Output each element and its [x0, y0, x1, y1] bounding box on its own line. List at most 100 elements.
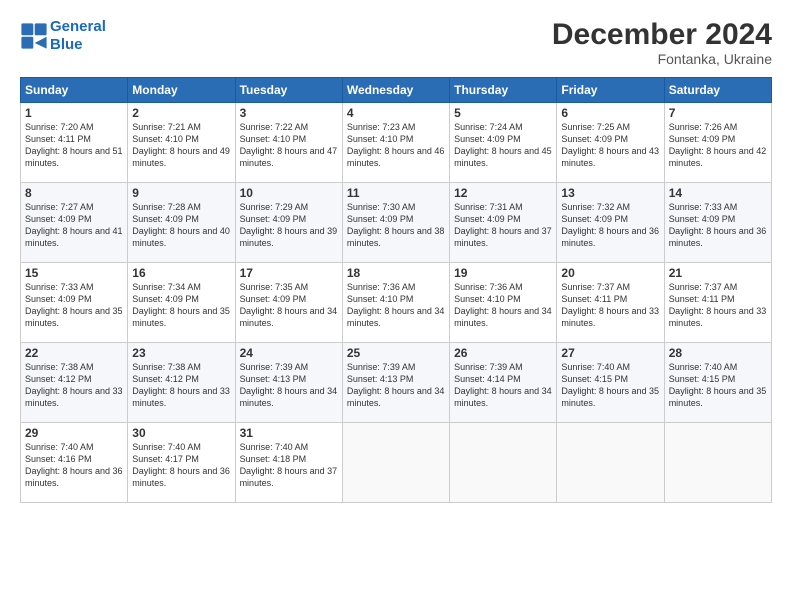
cell-info: Sunrise: 7:38 AM Sunset: 4:12 PM Dayligh… — [132, 361, 230, 410]
day-number: 24 — [240, 346, 338, 360]
table-row: 18Sunrise: 7:36 AM Sunset: 4:10 PM Dayli… — [342, 263, 449, 343]
cell-info: Sunrise: 7:39 AM Sunset: 4:14 PM Dayligh… — [454, 361, 552, 410]
cell-info: Sunrise: 7:40 AM Sunset: 4:18 PM Dayligh… — [240, 441, 338, 490]
cell-info: Sunrise: 7:20 AM Sunset: 4:11 PM Dayligh… — [25, 121, 123, 170]
table-row: 30Sunrise: 7:40 AM Sunset: 4:17 PM Dayli… — [128, 423, 235, 503]
day-number: 16 — [132, 266, 230, 280]
day-number: 17 — [240, 266, 338, 280]
cell-info: Sunrise: 7:40 AM Sunset: 4:16 PM Dayligh… — [25, 441, 123, 490]
title-block: December 2024 Fontanka, Ukraine — [552, 18, 772, 67]
table-row — [557, 423, 664, 503]
table-row: 10Sunrise: 7:29 AM Sunset: 4:09 PM Dayli… — [235, 183, 342, 263]
day-number: 25 — [347, 346, 445, 360]
cell-info: Sunrise: 7:34 AM Sunset: 4:09 PM Dayligh… — [132, 281, 230, 330]
day-number: 14 — [669, 186, 767, 200]
logo-icon — [20, 22, 48, 50]
calendar-week-3: 15Sunrise: 7:33 AM Sunset: 4:09 PM Dayli… — [21, 263, 772, 343]
day-number: 1 — [25, 106, 123, 120]
cell-info: Sunrise: 7:33 AM Sunset: 4:09 PM Dayligh… — [669, 201, 767, 250]
day-number: 31 — [240, 426, 338, 440]
table-row: 19Sunrise: 7:36 AM Sunset: 4:10 PM Dayli… — [450, 263, 557, 343]
table-row: 13Sunrise: 7:32 AM Sunset: 4:09 PM Dayli… — [557, 183, 664, 263]
cell-info: Sunrise: 7:37 AM Sunset: 4:11 PM Dayligh… — [561, 281, 659, 330]
day-number: 7 — [669, 106, 767, 120]
col-wednesday: Wednesday — [342, 78, 449, 103]
cell-info: Sunrise: 7:24 AM Sunset: 4:09 PM Dayligh… — [454, 121, 552, 170]
col-tuesday: Tuesday — [235, 78, 342, 103]
table-row: 20Sunrise: 7:37 AM Sunset: 4:11 PM Dayli… — [557, 263, 664, 343]
table-row: 27Sunrise: 7:40 AM Sunset: 4:15 PM Dayli… — [557, 343, 664, 423]
table-row: 4Sunrise: 7:23 AM Sunset: 4:10 PM Daylig… — [342, 103, 449, 183]
cell-info: Sunrise: 7:22 AM Sunset: 4:10 PM Dayligh… — [240, 121, 338, 170]
cell-info: Sunrise: 7:40 AM Sunset: 4:15 PM Dayligh… — [669, 361, 767, 410]
day-number: 10 — [240, 186, 338, 200]
logo-text: General Blue — [50, 18, 106, 54]
table-row: 14Sunrise: 7:33 AM Sunset: 4:09 PM Dayli… — [664, 183, 771, 263]
day-number: 30 — [132, 426, 230, 440]
logo: General Blue — [20, 18, 106, 54]
calendar-week-1: 1Sunrise: 7:20 AM Sunset: 4:11 PM Daylig… — [21, 103, 772, 183]
table-row: 5Sunrise: 7:24 AM Sunset: 4:09 PM Daylig… — [450, 103, 557, 183]
table-row: 28Sunrise: 7:40 AM Sunset: 4:15 PM Dayli… — [664, 343, 771, 423]
cell-info: Sunrise: 7:21 AM Sunset: 4:10 PM Dayligh… — [132, 121, 230, 170]
cell-info: Sunrise: 7:31 AM Sunset: 4:09 PM Dayligh… — [454, 201, 552, 250]
day-number: 23 — [132, 346, 230, 360]
table-row — [664, 423, 771, 503]
calendar: Sunday Monday Tuesday Wednesday Thursday… — [20, 77, 772, 503]
day-number: 8 — [25, 186, 123, 200]
day-number: 9 — [132, 186, 230, 200]
table-row: 16Sunrise: 7:34 AM Sunset: 4:09 PM Dayli… — [128, 263, 235, 343]
table-row: 23Sunrise: 7:38 AM Sunset: 4:12 PM Dayli… — [128, 343, 235, 423]
day-number: 20 — [561, 266, 659, 280]
table-row: 25Sunrise: 7:39 AM Sunset: 4:13 PM Dayli… — [342, 343, 449, 423]
cell-info: Sunrise: 7:26 AM Sunset: 4:09 PM Dayligh… — [669, 121, 767, 170]
table-row: 31Sunrise: 7:40 AM Sunset: 4:18 PM Dayli… — [235, 423, 342, 503]
table-row — [450, 423, 557, 503]
cell-info: Sunrise: 7:32 AM Sunset: 4:09 PM Dayligh… — [561, 201, 659, 250]
table-row: 12Sunrise: 7:31 AM Sunset: 4:09 PM Dayli… — [450, 183, 557, 263]
table-row: 21Sunrise: 7:37 AM Sunset: 4:11 PM Dayli… — [664, 263, 771, 343]
col-sunday: Sunday — [21, 78, 128, 103]
month-title: December 2024 — [552, 18, 772, 51]
cell-info: Sunrise: 7:33 AM Sunset: 4:09 PM Dayligh… — [25, 281, 123, 330]
cell-info: Sunrise: 7:36 AM Sunset: 4:10 PM Dayligh… — [454, 281, 552, 330]
cell-info: Sunrise: 7:40 AM Sunset: 4:15 PM Dayligh… — [561, 361, 659, 410]
table-row: 29Sunrise: 7:40 AM Sunset: 4:16 PM Dayli… — [21, 423, 128, 503]
calendar-week-4: 22Sunrise: 7:38 AM Sunset: 4:12 PM Dayli… — [21, 343, 772, 423]
col-friday: Friday — [557, 78, 664, 103]
day-number: 21 — [669, 266, 767, 280]
cell-info: Sunrise: 7:29 AM Sunset: 4:09 PM Dayligh… — [240, 201, 338, 250]
calendar-week-5: 29Sunrise: 7:40 AM Sunset: 4:16 PM Dayli… — [21, 423, 772, 503]
cell-info: Sunrise: 7:35 AM Sunset: 4:09 PM Dayligh… — [240, 281, 338, 330]
table-row: 11Sunrise: 7:30 AM Sunset: 4:09 PM Dayli… — [342, 183, 449, 263]
cell-info: Sunrise: 7:25 AM Sunset: 4:09 PM Dayligh… — [561, 121, 659, 170]
day-number: 15 — [25, 266, 123, 280]
cell-info: Sunrise: 7:23 AM Sunset: 4:10 PM Dayligh… — [347, 121, 445, 170]
cell-info: Sunrise: 7:39 AM Sunset: 4:13 PM Dayligh… — [347, 361, 445, 410]
table-row: 24Sunrise: 7:39 AM Sunset: 4:13 PM Dayli… — [235, 343, 342, 423]
day-number: 19 — [454, 266, 552, 280]
page: General Blue December 2024 Fontanka, Ukr… — [0, 0, 792, 612]
table-row: 26Sunrise: 7:39 AM Sunset: 4:14 PM Dayli… — [450, 343, 557, 423]
cell-info: Sunrise: 7:39 AM Sunset: 4:13 PM Dayligh… — [240, 361, 338, 410]
col-saturday: Saturday — [664, 78, 771, 103]
table-row: 17Sunrise: 7:35 AM Sunset: 4:09 PM Dayli… — [235, 263, 342, 343]
day-number: 28 — [669, 346, 767, 360]
cell-info: Sunrise: 7:36 AM Sunset: 4:10 PM Dayligh… — [347, 281, 445, 330]
day-number: 4 — [347, 106, 445, 120]
calendar-header-row: Sunday Monday Tuesday Wednesday Thursday… — [21, 78, 772, 103]
day-number: 2 — [132, 106, 230, 120]
day-number: 5 — [454, 106, 552, 120]
cell-info: Sunrise: 7:27 AM Sunset: 4:09 PM Dayligh… — [25, 201, 123, 250]
day-number: 18 — [347, 266, 445, 280]
table-row: 1Sunrise: 7:20 AM Sunset: 4:11 PM Daylig… — [21, 103, 128, 183]
table-row: 15Sunrise: 7:33 AM Sunset: 4:09 PM Dayli… — [21, 263, 128, 343]
day-number: 3 — [240, 106, 338, 120]
col-thursday: Thursday — [450, 78, 557, 103]
col-monday: Monday — [128, 78, 235, 103]
table-row: 22Sunrise: 7:38 AM Sunset: 4:12 PM Dayli… — [21, 343, 128, 423]
cell-info: Sunrise: 7:28 AM Sunset: 4:09 PM Dayligh… — [132, 201, 230, 250]
table-row: 2Sunrise: 7:21 AM Sunset: 4:10 PM Daylig… — [128, 103, 235, 183]
header: General Blue December 2024 Fontanka, Ukr… — [20, 18, 772, 67]
day-number: 27 — [561, 346, 659, 360]
